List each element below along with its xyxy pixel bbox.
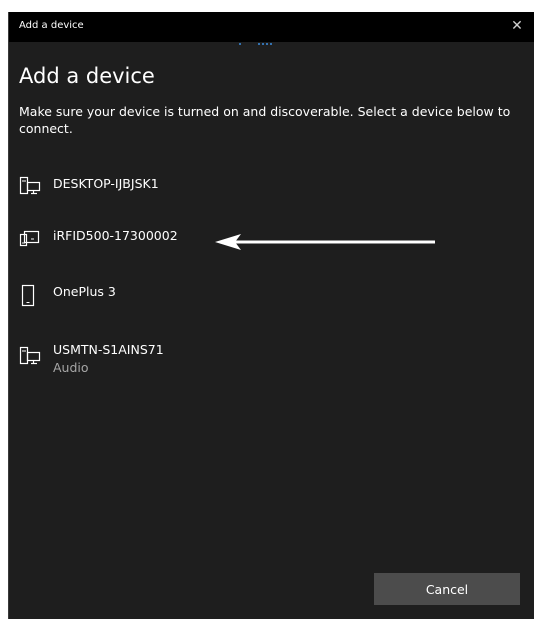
instructions-text: Make sure your device is turned on and d… [19,104,511,136]
input-device-icon [19,228,41,248]
annotation-arrow-icon [215,234,435,250]
desktop-icon [19,346,41,366]
title-bar: Add a device ✕ [9,12,534,42]
device-name: iRFID500-17300002 [53,228,178,243]
device-item-oneplus-3[interactable]: OnePlus 3 [19,284,479,320]
progress-dots [9,42,534,48]
page-title: Add a device [19,64,155,88]
device-name: USMTN-S1AINS71 [53,342,164,357]
device-name: OnePlus 3 [53,284,116,299]
close-icon[interactable]: ✕ [508,17,526,35]
add-device-dialog: Add a device ✕ Add a device Make sure yo… [8,12,534,619]
desktop-icon [19,176,41,196]
cancel-button[interactable]: Cancel [374,573,520,605]
device-subtitle: Audio [53,360,89,375]
window-title: Add a device [19,20,84,31]
device-item-usmtn-s1ains71[interactable]: USMTN-S1AINS71 Audio [19,342,479,386]
device-name: DESKTOP-IJBJSK1 [53,176,159,191]
phone-icon [19,284,41,307]
device-item-desktop-ijbjsk1[interactable]: DESKTOP-IJBJSK1 [19,176,479,212]
